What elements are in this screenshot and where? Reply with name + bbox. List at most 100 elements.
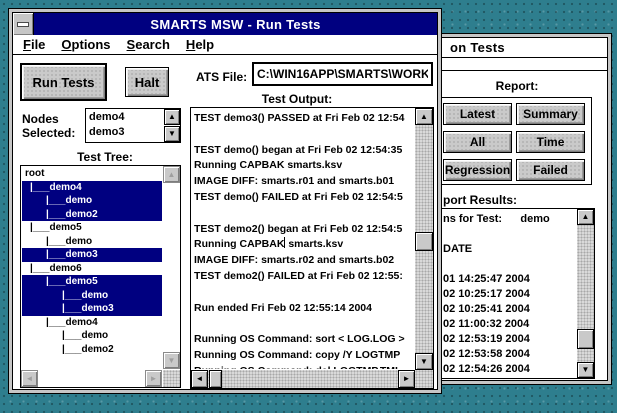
output-scroll-right-button[interactable]: ► [398,370,415,388]
text-caret-icon [284,237,285,248]
tree-scrollbar-corner [163,370,180,387]
report-result-line [443,227,575,242]
output-line: IMAGE DIFF: smarts.r02 and smarts.b02 [194,253,413,269]
main-titlebar[interactable]: SMARTS MSW - Run Tests [13,13,437,35]
results-scrollbar-thumb[interactable] [577,329,594,349]
output-line: TEST demo2() began at Fri Feb 02 12:54:5 [194,222,413,238]
results-scroll-up-button[interactable]: ▲ [577,209,594,225]
tree-item[interactable]: |___demo5 [22,221,162,235]
desktop: on Tests Report: LatestSummaryAllTimeReg… [0,0,617,413]
tree-item[interactable]: |___demo4 [22,316,162,330]
output-scroll-left-button[interactable]: ◄ [191,370,208,388]
tree-item[interactable]: |___demo4 [22,181,162,195]
up-arrow-icon: ▲ [420,113,428,121]
all-report-button[interactable]: All [443,131,512,153]
regression-report-button[interactable]: Regression [443,159,512,181]
nodes-list-item[interactable]: demo3 [86,125,163,140]
report-window-titlebar[interactable]: on Tests [442,38,607,58]
output-line: TEST demo() FAILED at Fri Feb 02 12:54:5 [194,190,413,206]
ats-file-label: ATS File: [196,70,247,84]
tree-item[interactable]: |___demo [22,329,162,343]
nodes-label-line2: Selected: [22,126,75,140]
output-line: Running OS Command: copy /Y LOGTMP [194,348,413,364]
output-line: Running OS Command: sort < LOG.LOG > [194,332,413,348]
output-line: Running CAPBAK smarts.ksv [194,237,413,253]
tree-item[interactable]: |___demo5 [22,275,162,289]
report-window: on Tests Report: LatestSummaryAllTimeReg… [437,33,612,385]
main-window-title: SMARTS MSW - Run Tests [34,17,437,32]
report-result-line: 02 10:25:41 2004 [443,302,575,317]
tree-item[interactable]: |___demo2 [22,343,162,357]
main-client: Run Tests Halt ATS File: Test Output: No… [13,55,437,389]
test-tree-listbox[interactable]: root|___demo4|___demo|___demo2|___demo5|… [20,165,181,388]
tree-item[interactable]: |___demo [22,235,162,249]
failed-report-button[interactable]: Failed [516,159,585,181]
tree-scroll-down-button[interactable]: ▼ [163,352,180,369]
report-label: Report: [442,79,592,93]
tree-item[interactable]: |___demo [22,289,162,303]
output-line [194,285,413,301]
halt-button[interactable]: Halt [125,67,169,97]
tree-item[interactable]: |___demo6 [22,262,162,276]
latest-report-button[interactable]: Latest [443,103,512,125]
tree-item[interactable]: |___demo [22,194,162,208]
up-arrow-icon: ▲ [168,171,176,179]
up-arrow-icon: ▲ [168,113,176,121]
output-hscroll-thumb[interactable] [209,370,222,388]
output-line: TEST demo() began at Fri Feb 02 12:54:35 [194,143,413,159]
output-hscroll-track[interactable] [191,370,415,388]
tree-rows: root|___demo4|___demo|___demo2|___demo5|… [22,167,162,369]
tree-item[interactable]: |___demo3 [22,302,162,316]
menu-item-file[interactable]: File [23,37,45,52]
test-output-box[interactable]: TEST demo3() PASSED at Fri Feb 02 12:54 … [190,107,434,389]
nodes-listbox[interactable]: demo4demo3 ▲ ▼ [85,108,181,143]
tree-item[interactable]: root [22,167,162,181]
nodes-scroll-up-button[interactable]: ▲ [164,109,180,125]
tree-scroll-up-button[interactable]: ▲ [163,166,180,183]
menu-item-help[interactable]: Help [186,37,214,52]
up-arrow-icon: ▲ [582,213,590,221]
tree-scroll-right-button[interactable]: ► [145,370,162,387]
results-scroll-down-button[interactable]: ▼ [577,362,594,378]
time-report-button[interactable]: Time [516,131,585,153]
down-arrow-icon: ▼ [582,366,590,374]
ats-file-input[interactable] [252,62,433,86]
output-lines: TEST demo3() PASSED at Fri Feb 02 12:54 … [194,111,413,369]
tree-item[interactable]: |___demo2 [22,208,162,222]
nodes-items: demo4demo3 [86,110,163,142]
down-arrow-icon: ▼ [420,358,428,366]
results-scrollbar-track[interactable] [577,209,594,378]
system-menu-button[interactable] [13,13,34,35]
output-scroll-up-button[interactable]: ▲ [415,108,433,125]
report-result-line [443,257,575,272]
report-window-client: Report: LatestSummaryAllTimeRegressionFa… [442,71,607,380]
right-arrow-icon: ► [403,375,411,383]
tree-item[interactable]: |___demo3 [22,248,162,262]
output-line: Run ended Fri Feb 02 12:55:14 2004 [194,301,413,317]
output-line [194,316,413,332]
menu-item-options[interactable]: Options [61,37,110,52]
output-scroll-down-button[interactable]: ▼ [415,353,433,370]
run-tests-button[interactable]: Run Tests [20,63,107,101]
nodes-scroll-down-button[interactable]: ▼ [164,126,180,142]
report-result-line: 02 10:25:17 2004 [443,287,575,302]
left-arrow-icon: ◄ [26,375,34,383]
summary-report-button[interactable]: Summary [516,103,585,125]
down-arrow-icon: ▼ [168,357,176,365]
output-scrollbar-corner [415,370,433,388]
output-line: TEST demo2() FAILED at Fri Feb 02 12:55: [194,269,413,285]
menu-bar: File Options Search Help [13,35,437,55]
report-window-menubar [442,58,607,71]
menu-item-search[interactable]: Search [127,37,170,52]
report-results-label: port Results: [443,193,517,207]
nodes-list-item[interactable]: demo4 [86,110,163,125]
output-line [194,127,413,143]
left-arrow-icon: ◄ [196,375,204,383]
tree-scroll-left-button[interactable]: ◄ [21,370,38,387]
output-vscroll-thumb[interactable] [415,232,433,251]
output-line [194,206,413,222]
test-output-label: Test Output: [227,92,367,106]
report-results-listbox[interactable]: ns for Test: demo DATE 01 14:25:47 20040… [442,208,595,379]
report-buttons-grid: LatestSummaryAllTimeRegressionFailed [443,103,585,181]
right-arrow-icon: ► [150,375,158,383]
